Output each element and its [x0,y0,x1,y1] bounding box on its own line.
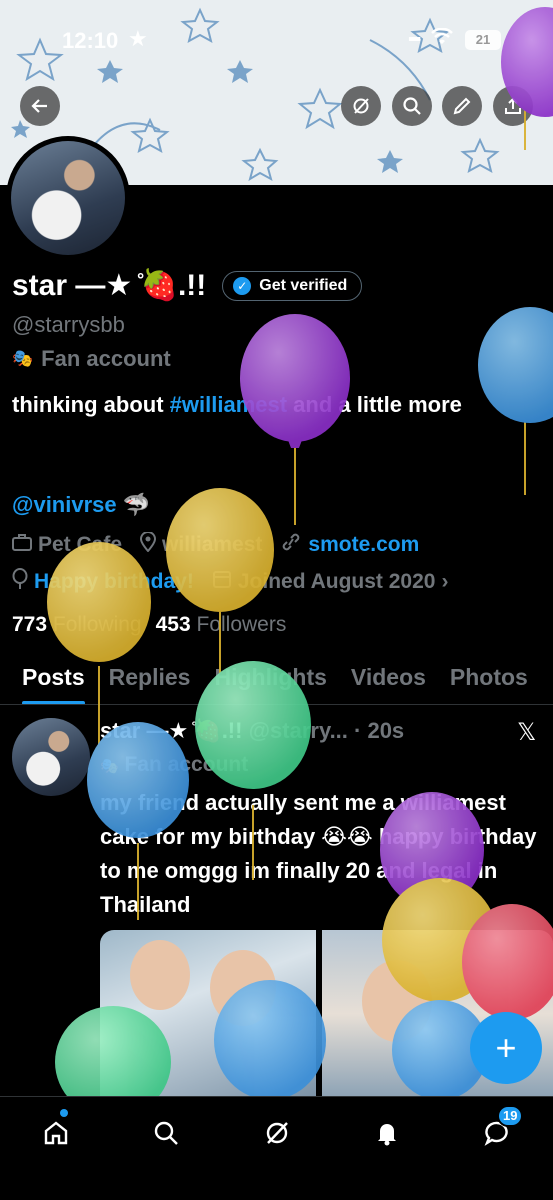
grok-icon [266,1122,288,1144]
search-button[interactable] [392,86,432,126]
post-author-name[interactable]: star —★ ̊🍓.!! [100,718,242,743]
photo-face [362,960,432,1042]
meta-joined[interactable]: Joined August 2020 › [212,568,449,596]
following-label: Following [52,613,142,636]
battery-icon: 21 [465,29,501,50]
category-label: Fan account [41,346,171,371]
followers-label: Followers [196,613,287,636]
balloon-purple [240,314,350,442]
tab-photos[interactable]: Photos [450,655,528,704]
share-icon [505,97,521,114]
messages-badge: 19 [497,1105,524,1127]
followers-count: 453 [155,613,191,636]
following-count: 773 [12,613,48,636]
search-icon [154,1121,178,1145]
birthday-link[interactable]: Happy birthday! [34,570,194,594]
pencil-icon [453,97,471,115]
bottom-nav: 19 [0,1096,553,1200]
following-link[interactable]: 773 Following [12,613,142,637]
meta-website[interactable]: smote.com [280,532,419,558]
verified-check-icon: ✓ [233,276,252,295]
tab-videos[interactable]: Videos [351,655,426,704]
nav-notifications[interactable] [367,1113,407,1153]
share-button[interactable] [493,86,533,126]
link-icon [280,532,302,558]
mask-icon: 🎭 [12,349,34,368]
bio-hashtag-link[interactable]: #williamest [170,392,287,417]
back-button[interactable] [20,86,60,126]
get-verified-label: Get verified [259,276,348,294]
post-text: my friend actually sent me a williamest … [100,790,537,917]
meta-category-label: Pet Cafe [38,533,123,556]
tab-replies[interactable]: Replies [109,655,191,704]
get-verified-button[interactable]: ✓ Get verified [222,270,363,301]
follow-stats: 773 Following 453 Followers [12,613,286,637]
profile-meta-row-2: Happy birthday! Joined August 2020 › [12,568,448,596]
plus-icon: + [495,1027,517,1068]
calendar-icon [212,569,232,595]
chevron-right-icon: › [441,570,449,593]
profile-tabs: Posts Replies Highlights Videos Photos [0,655,553,705]
profile-avatar[interactable] [6,136,130,260]
status-bar: 12:10 ★ ▪▪▪ 21 [0,0,553,80]
search-icon [403,97,421,115]
arrow-left-icon [31,99,47,113]
meta-category: Pet Cafe [12,532,122,558]
tab-highlights[interactable]: Highlights [214,655,326,704]
status-icons: ▪▪▪ 21 [407,27,501,51]
grok-icon [353,98,369,114]
tab-posts[interactable]: Posts [22,655,85,704]
star-icon: ★ [128,26,148,51]
balloon-yellow [47,542,151,662]
bio-mention-link[interactable]: @vinivrse 🦈 [12,492,150,518]
home-icon [44,1121,68,1145]
profile-name-row: star —★ ̊🍓.!! ✓ Get verified [12,268,363,303]
joined-label: Joined August 2020 [237,570,436,593]
profile-bio: thinking about #williamest and a little … [12,388,532,422]
avatar-image [11,141,125,255]
post-avatar[interactable] [12,718,90,796]
meta-birthday[interactable]: Happy birthday! [12,568,194,596]
wifi-icon [431,27,453,51]
profile-meta-row-1: Pet Cafe williamest smote.com [12,531,419,558]
photo-face [210,950,276,1026]
website-link[interactable]: smote.com [308,533,419,557]
followers-link[interactable]: 453 Followers [156,613,287,637]
location-pin-icon [140,531,157,558]
profile-name: star —★ ̊🍓.!! [12,269,207,302]
mask-icon: 🎭 [100,758,119,775]
profile-handle: @starrysbb [12,312,125,337]
grok-button[interactable] [341,86,381,126]
home-notification-dot [60,1109,68,1117]
meta-location-label: williamest [162,533,263,556]
nav-messages[interactable]: 19 [477,1105,524,1153]
bell-icon [378,1124,396,1146]
compose-button[interactable]: + [470,1012,542,1084]
post-handle-time: @starry... · 20s [248,718,405,743]
nav-home[interactable] [36,1109,76,1153]
post-header: star —★ ̊🍓.!! @starry... · 20s [100,718,404,744]
briefcase-icon [12,533,32,557]
bio-suffix: and a little more [287,392,462,417]
nav-grok[interactable] [257,1113,297,1153]
profile-category: 🎭 Fan account [12,346,171,372]
status-time: 12:10 [62,28,119,53]
x-logo-icon: 𝕏 [517,719,537,746]
post-category: 🎭 Fan account [100,753,248,777]
nav-search[interactable] [146,1113,186,1153]
signal-icon: ▪▪▪ [407,30,421,48]
photo-face [130,940,190,1010]
post-photo-1[interactable] [100,930,316,1098]
post-category-label: Fan account [124,753,249,776]
meta-location: williamest [140,531,263,558]
balloon-icon [12,568,28,596]
bio-prefix: thinking about [12,392,170,417]
edit-button[interactable] [442,86,482,126]
